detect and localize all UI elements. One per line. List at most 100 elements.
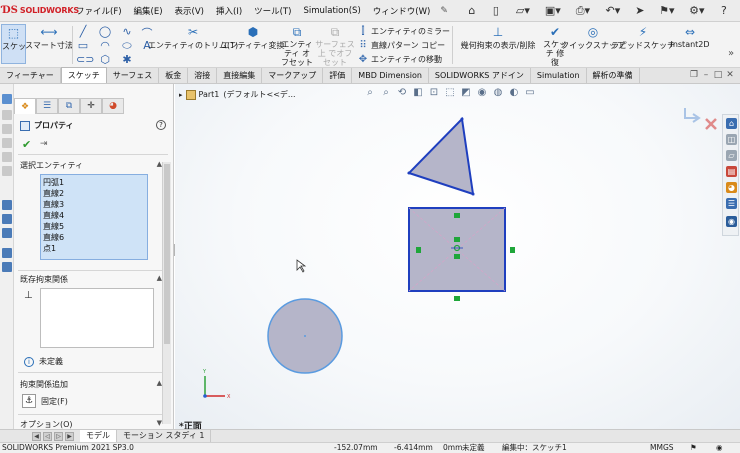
tab-motion-study[interactable]: モーション スタディ 1: [117, 430, 212, 442]
sketch-button[interactable]: ⬚ スケッチ: [1, 24, 26, 64]
view-palette-icon[interactable]: ▤: [726, 166, 737, 177]
previous-view-icon[interactable]: ⟲: [395, 87, 409, 99]
window-close-icon[interactable]: ✕: [724, 70, 736, 80]
part-name[interactable]: Part1: [199, 90, 220, 99]
arc-icon[interactable]: ◠: [98, 39, 112, 52]
sheet-icon-2[interactable]: [2, 262, 12, 272]
select-arrow-icon[interactable]: ➤: [632, 3, 648, 19]
tab-markup[interactable]: マークアップ: [262, 68, 324, 83]
ok-check-icon[interactable]: ✔: [22, 138, 31, 151]
list-item[interactable]: 直線6: [43, 232, 145, 243]
display-delete-relations-button[interactable]: ⊥ 幾何拘束の表示/削除: [456, 24, 540, 51]
tab-addins[interactable]: SOLIDWORKS アドイン: [429, 68, 531, 83]
new-document-icon[interactable]: ▯: [488, 3, 504, 19]
tab-features[interactable]: フィーチャー: [0, 68, 61, 83]
display-manager-tab-icon[interactable]: ◕: [102, 98, 124, 114]
graphics-area[interactable]: Y X ▸ Part1 (デフォルト<<デ... ⌕ ⌕ ⟲ ◧ ⊡ ⬚ ◩ ◉…: [175, 84, 740, 432]
feature-tree-icon[interactable]: [2, 94, 12, 104]
undo-icon[interactable]: ↶▾: [602, 3, 624, 19]
point-icon[interactable]: ✱: [120, 53, 134, 66]
fix-relation-button[interactable]: ⚓ 固定(F): [22, 394, 68, 408]
existing-relations-list[interactable]: [40, 288, 154, 348]
existing-relations-header[interactable]: 既存拘束関係 ▲: [20, 274, 162, 285]
display-style-icon[interactable]: ◩: [459, 87, 473, 99]
prev-tab-icon[interactable]: ◁: [43, 431, 52, 441]
instant2d-button[interactable]: ⇔ Instant2D: [668, 24, 712, 49]
options-gear-icon[interactable]: ⚙▾: [686, 3, 708, 19]
section-view-icon[interactable]: ◧: [411, 87, 425, 99]
rebuild-icon[interactable]: ⚑▾: [656, 3, 678, 19]
expand-chevron-icon[interactable]: »: [728, 48, 734, 59]
feature-tree-flyout[interactable]: ▸ Part1 (デフォルト<<デ...: [179, 89, 296, 100]
appearance-icon[interactable]: ◍: [491, 87, 505, 99]
sheet-icon[interactable]: [2, 248, 12, 258]
resources-home-icon[interactable]: ⌂: [726, 118, 737, 129]
list-item[interactable]: 直線3: [43, 199, 145, 210]
tab-sheet-metal[interactable]: 板金: [159, 68, 189, 83]
tab-model[interactable]: モデル: [80, 430, 117, 442]
view-orientation-icon[interactable]: ⬚: [443, 87, 457, 99]
dynamic-annotation-icon[interactable]: ⊡: [427, 87, 441, 99]
sketch-tool-icon-5[interactable]: [2, 166, 12, 176]
tab-mbd-dimension[interactable]: MBD Dimension: [352, 68, 429, 83]
first-tab-icon[interactable]: ◀: [32, 431, 41, 441]
menu-edit[interactable]: 編集(E): [128, 5, 169, 17]
menu-window[interactable]: ウィンドウ(W): [367, 5, 437, 17]
pin-icon[interactable]: ✎: [436, 6, 452, 16]
file-explorer-icon[interactable]: ▱: [726, 150, 737, 161]
menu-tools[interactable]: ツール(T): [248, 5, 297, 17]
block-icon[interactable]: [2, 214, 12, 224]
sketch-tool-icon-4[interactable]: [2, 152, 12, 162]
move-entities-button[interactable]: ✥ エンティティの移動: [357, 53, 442, 65]
relation-handle-icon[interactable]: [416, 247, 421, 253]
smart-dimension-button[interactable]: ⟷ スマート寸法: [25, 24, 73, 51]
quick-snaps-button[interactable]: ◎ クイックスナップ: [561, 24, 625, 51]
featuremanager-tab-icon[interactable]: ❖: [14, 98, 36, 114]
ellipse-icon[interactable]: ⬭: [120, 39, 134, 53]
help-icon[interactable]: ?: [716, 3, 732, 19]
grid-icon[interactable]: [2, 228, 12, 238]
expand-arrow-icon[interactable]: ▸: [179, 91, 183, 99]
list-item[interactable]: 点1: [43, 243, 145, 254]
line-icon[interactable]: ╱: [76, 25, 90, 38]
pm-scrollbar[interactable]: [162, 162, 171, 424]
tab-surfaces[interactable]: サーフェス: [107, 68, 160, 83]
save-icon[interactable]: ▣▾: [542, 3, 564, 19]
custom-properties-icon[interactable]: ☰: [726, 198, 737, 209]
design-library-icon[interactable]: ◫: [726, 134, 737, 145]
tab-direct-editing[interactable]: 直接編集: [217, 68, 263, 83]
list-item[interactable]: 直線4: [43, 210, 145, 221]
relation-handle-icon[interactable]: [454, 296, 460, 301]
notifications-icon[interactable]: ◉: [716, 443, 723, 453]
unit-system[interactable]: MMGS: [650, 443, 674, 453]
menu-simulation[interactable]: Simulation(S): [297, 6, 366, 16]
list-item[interactable]: 円弧1: [43, 177, 145, 188]
offset-entities-button[interactable]: ⧉ エンティティ オフセット: [280, 24, 314, 68]
fillet-icon[interactable]: ⌒: [140, 25, 154, 41]
view-settings-icon[interactable]: ▭: [523, 87, 537, 99]
home-icon[interactable]: ⌂: [464, 3, 480, 19]
convert-entities-button[interactable]: ⬢ エンティティ変換: [221, 24, 284, 51]
hide-show-icon[interactable]: ◉: [475, 87, 489, 99]
keep-visible-pin-icon[interactable]: ⇥: [40, 139, 48, 149]
mirror-entities-button[interactable]: ⫿ エンティティのミラー: [357, 25, 450, 37]
last-tab-icon[interactable]: ▶: [65, 431, 74, 441]
zoom-area-icon[interactable]: ⌕: [379, 87, 393, 99]
menu-file[interactable]: ファイル(F): [70, 5, 128, 17]
linear-pattern-button[interactable]: ⠿ 直線パターン コピー: [357, 39, 445, 51]
print-icon[interactable]: ⎙▾: [572, 3, 594, 19]
selected-entities-list[interactable]: 円弧1 直線2 直線3 直線4 直線5 直線6 点1: [40, 174, 148, 260]
relation-handle-icon[interactable]: [510, 247, 515, 253]
add-relations-header[interactable]: 拘束関係追加 ▲: [20, 379, 162, 390]
solidworks-forum-icon[interactable]: ◉: [726, 216, 737, 227]
window-maximize-icon[interactable]: □: [712, 70, 724, 80]
window-minimize-icon[interactable]: –: [700, 70, 712, 80]
zoom-to-fit-icon[interactable]: ⌕: [363, 87, 377, 99]
sketch-tool-icon[interactable]: [2, 110, 12, 120]
trim-entities-button[interactable]: ✂ エンティティのトリム(T): [148, 24, 238, 51]
open-folder-icon[interactable]: ▱▾: [512, 3, 534, 19]
tab-weldments[interactable]: 溶接: [188, 68, 218, 83]
slot-icon[interactable]: ⊂⊃: [76, 53, 94, 66]
layer-icon[interactable]: [2, 200, 12, 210]
configurationmanager-tab-icon[interactable]: ⧉: [58, 98, 80, 114]
